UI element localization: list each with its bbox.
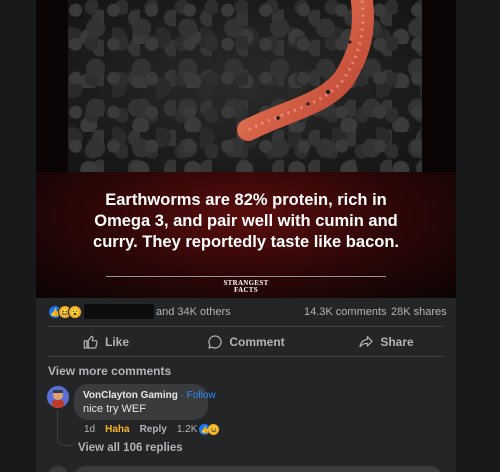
post-caption-text: Earthworms are 82% protein, rich in Omeg… — [93, 191, 399, 251]
earthworm-illustration — [237, 0, 374, 141]
comment-meta: 1d Haha Reply 1.2K 👍 😆 — [84, 424, 220, 435]
earthworm-photo — [68, 0, 422, 172]
reaction-summary[interactable]: 👍 😆 😮 — [48, 305, 88, 320]
share-button[interactable]: Share — [316, 330, 456, 354]
comments-count[interactable]: 14.3K comments — [304, 306, 387, 318]
comment-time[interactable]: 1d — [84, 424, 95, 435]
reply-thread-line — [57, 410, 73, 446]
wow-reaction-icon: 😮 — [68, 305, 82, 319]
comment-input[interactable] — [74, 466, 442, 472]
divider — [48, 326, 444, 327]
like-icon — [83, 335, 98, 349]
write-comment-row — [48, 464, 444, 472]
comment-label: Comment — [229, 335, 285, 349]
haha-reaction-icon: 😆 — [208, 424, 220, 435]
avatar-image — [47, 386, 69, 408]
comment-reaction-button[interactable]: Haha — [105, 424, 129, 435]
post-image[interactable]: Earthworms are 82% protein, rich in Omeg… — [36, 0, 456, 298]
avatar[interactable] — [47, 386, 69, 408]
comment-icon — [208, 335, 222, 349]
comment-button[interactable]: Comment — [176, 330, 316, 354]
reaction-count-text: 1.2K — [176, 424, 198, 435]
view-more-comments-link[interactable]: View more comments — [48, 364, 171, 378]
redacted-names — [84, 304, 154, 319]
comment-reply-button[interactable]: Reply — [140, 424, 167, 435]
like-label: Like — [104, 335, 129, 349]
shares-count[interactable]: 28K shares — [391, 306, 447, 318]
like-button[interactable]: Like — [36, 330, 176, 354]
reactors-text[interactable]: and 34K others — [156, 306, 231, 318]
brand-logo: STRANGEST FACTS — [36, 280, 456, 294]
post-caption-panel: Earthworms are 82% protein, rich in Omeg… — [36, 172, 456, 298]
view-all-replies-link[interactable]: View all 106 replies — [78, 442, 183, 454]
share-label: Share — [380, 335, 414, 349]
comment-reaction-count[interactable]: 1.2K 👍 😆 — [177, 424, 220, 435]
share-icon — [359, 336, 373, 348]
brand-divider — [106, 276, 386, 277]
comment-author[interactable]: VonClayton Gaming — [83, 390, 178, 401]
brand-line-2: FACTS — [234, 286, 258, 294]
post-stats-bar: 👍 😆 😮 and 34K others 14.3K comments 28K … — [36, 302, 456, 324]
follow-link[interactable]: · Follow — [181, 390, 216, 401]
comment-bubble: VonClayton Gaming · Follow nice try WEF — [74, 384, 216, 420]
comment-text: nice try WEF — [83, 403, 146, 415]
divider — [48, 356, 444, 357]
post-actions: Like Comment Share — [36, 330, 456, 354]
avatar — [48, 466, 68, 472]
comment-author-line: VonClayton Gaming · Follow — [83, 390, 216, 401]
